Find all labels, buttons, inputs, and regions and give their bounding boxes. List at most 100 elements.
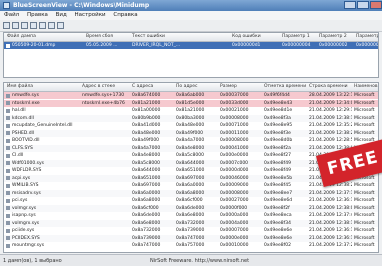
driver-row[interactable]: mountmgr.sys 0x8a747000 0x8a757000 0x000100… bbox=[4, 242, 378, 249]
html-report-icon[interactable] bbox=[39, 22, 46, 29]
cell: 0x8a644000 bbox=[176, 160, 205, 166]
cell: volmgrx.sys bbox=[12, 220, 40, 226]
cell: msisadrv.sys bbox=[12, 190, 41, 196]
exit-icon[interactable] bbox=[57, 22, 64, 29]
column-bug-check-code[interactable]: Код ошибки bbox=[232, 33, 261, 41]
column-from-address[interactable]: С адреса bbox=[132, 83, 153, 91]
cell: 0x49ee8eca bbox=[264, 213, 292, 218]
cell: 0x8a6a0000 bbox=[132, 190, 161, 196]
cell: 0x0004a000 bbox=[220, 220, 249, 226]
dump-row-selected[interactable]: 050509-20-01.dmp 05.05.2009 ... DRIVER_I… bbox=[4, 42, 378, 49]
cell: nmwdfe.sys bbox=[12, 93, 39, 98]
cell: Wdf01000.sys bbox=[12, 160, 44, 166]
column-dump-file[interactable]: Файл дампа bbox=[7, 33, 36, 41]
column-timestamp[interactable]: Отметка времени bbox=[264, 83, 306, 91]
status-credits[interactable]: NirSoft Freeware. http://www.nirsoft.net bbox=[150, 255, 249, 266]
cell: Microsoft bbox=[354, 190, 375, 196]
driver-row[interactable]: ntoskrnl.exe ntoskrnl.exe+4b76 0x81a21000 0… bbox=[4, 99, 378, 107]
cell: 0x8a6ab000 bbox=[176, 93, 205, 98]
column-address-in-stack[interactable]: Адрес в стеке bbox=[82, 83, 115, 91]
column-time-string[interactable]: Строка времени bbox=[309, 83, 348, 91]
column-size[interactable]: Размер bbox=[220, 83, 237, 91]
driver-row[interactable]: PSHED.dll 0x8a48e000 0x8a49f000 0x00011000 0… bbox=[4, 129, 378, 137]
status-bar: 1 дамп(ов), 1 выбрано NirSoft Freeware. … bbox=[0, 254, 382, 266]
cell: 0x49ee8ee7 bbox=[264, 190, 293, 196]
open-folder-icon[interactable] bbox=[3, 22, 10, 29]
cell: 21.04.2009 12:28:59 bbox=[309, 138, 352, 143]
cell: 0x49ee8e95 bbox=[264, 123, 293, 128]
driver-row[interactable]: msisadrv.sys 0x8a6a0000 0x8a6a8000 0x000080… bbox=[4, 189, 378, 197]
close-button[interactable] bbox=[370, 1, 382, 9]
cell: 0x8a48e000 bbox=[132, 130, 161, 136]
cell: 0x49ee8f49 bbox=[264, 160, 291, 166]
menu-view[interactable]: Вид bbox=[56, 12, 67, 18]
cell: 0x8a6cf000 bbox=[132, 205, 159, 211]
driver-row[interactable]: mcupdate_GenuineIntel.dll 0x8a41d000 0x8a4… bbox=[4, 122, 378, 129]
driver-file-icon bbox=[6, 198, 10, 203]
cell: Microsoft bbox=[354, 235, 375, 241]
app-window: BlueScreenView - C:\Windows\Minidump Фай… bbox=[0, 0, 382, 266]
cell: 0x8a5c8000 bbox=[132, 160, 160, 166]
cell: 28.04.2009 13:22:12 bbox=[309, 93, 352, 98]
cell: 0x0007c000 bbox=[220, 160, 249, 166]
driver-file-icon bbox=[6, 161, 10, 165]
cell: 0x00027000 bbox=[220, 198, 249, 203]
cell: 0x8a732000 bbox=[132, 228, 161, 233]
cell: Microsoft bbox=[354, 93, 375, 98]
cell: 0x0000a000 bbox=[220, 213, 249, 218]
driver-row[interactable]: volmgrx.sys 0x8a6e8000 0x8a732000 0x0004a00… bbox=[4, 219, 378, 227]
driver-row[interactable]: hal.dll 0x81a00000 0x81a21000 0x00021000 0x4… bbox=[4, 107, 378, 114]
minimize-button[interactable] bbox=[344, 1, 356, 9]
driver-row[interactable]: volmgr.sys 0x8a6cf000 0x8a6de000 0x0000f000… bbox=[4, 204, 378, 212]
driver-row[interactable]: kdcom.dll 0x80b9b000 0x80ba3000 0x00008000 0… bbox=[4, 114, 378, 122]
cell: 0x00011000 bbox=[220, 130, 249, 136]
cell: 0x49ee8f49 bbox=[264, 168, 291, 173]
cell: 0x49ee8f2f bbox=[264, 205, 290, 211]
column-param-3[interactable]: Параметр 3 bbox=[356, 33, 378, 41]
driver-row[interactable]: CLFS.SYS 0x8a4a7000 0x8a4e8000 0x00041000 0x… bbox=[4, 144, 378, 152]
menu-help[interactable]: Справка bbox=[113, 12, 137, 18]
driver-row[interactable]: PCIIDEX.SYS 0x8a739000 0x8a747000 0x0000e00… bbox=[4, 234, 378, 242]
cell: 0x49ee8e5b bbox=[264, 175, 293, 181]
cell: 0x8a48e000 bbox=[176, 123, 205, 128]
cell: mcupdate_GenuineIntel.dll bbox=[12, 123, 73, 128]
column-param-1[interactable]: Параметр 1 bbox=[282, 33, 310, 41]
column-bug-check-string[interactable]: Текст ошибки bbox=[132, 33, 165, 41]
menu-settings[interactable]: Настройки bbox=[75, 12, 106, 18]
save-icon[interactable] bbox=[12, 22, 19, 29]
driver-row[interactable]: nmwdfe.sys nmwdfe.sys+1730 0x8a674000 0x8a6… bbox=[4, 92, 378, 99]
driver-row[interactable]: pciide.sys 0x8a732000 0x8a739000 0x00007000… bbox=[4, 227, 378, 234]
cell: 21.04.2009 12:38:12 bbox=[309, 220, 352, 226]
column-to-address[interactable]: По адрес bbox=[176, 83, 198, 91]
cell: 0x8a644000 bbox=[132, 168, 161, 173]
driver-file-icon bbox=[6, 206, 10, 210]
column-filename[interactable]: Имя файла bbox=[7, 83, 33, 91]
cell: 0x81a00000 bbox=[132, 108, 161, 113]
cell: Microsoft bbox=[354, 100, 375, 106]
cell: nmwdfe.sys+1730 bbox=[82, 93, 125, 98]
menu-file[interactable]: Файл bbox=[4, 12, 19, 18]
column-param-2[interactable]: Параметр 2 bbox=[319, 33, 347, 41]
dump-list[interactable]: Файл дампа Время сбоя Текст ошибки Код о… bbox=[3, 32, 379, 78]
cell: 0x0000f000 bbox=[220, 205, 248, 211]
cell: BOOTVID.dll bbox=[12, 138, 40, 143]
copy-icon[interactable] bbox=[21, 22, 28, 29]
column-product-name[interactable]: Наименов... bbox=[354, 83, 378, 91]
driver-file-icon bbox=[6, 101, 10, 105]
maximize-button[interactable] bbox=[357, 1, 369, 9]
cell: 0x0033d000 bbox=[220, 100, 249, 106]
cell: 0x00009000 bbox=[220, 183, 249, 188]
cell: 0x00000002 bbox=[319, 43, 348, 48]
find-icon[interactable] bbox=[48, 22, 55, 29]
cell: 0x8a6de000 bbox=[132, 213, 161, 218]
cell: 0x000000d1 bbox=[232, 43, 261, 48]
cell: DRIVER_IRQL_NOT_... bbox=[132, 43, 181, 48]
driver-row[interactable]: isapnp.sys 0x8a6de000 0x8a6e8000 0x0000a000… bbox=[4, 212, 378, 219]
cell: pci.sys bbox=[12, 198, 28, 203]
properties-icon[interactable] bbox=[30, 22, 37, 29]
column-crash-time[interactable]: Время сбоя bbox=[86, 33, 113, 41]
menu-edit[interactable]: Правка bbox=[27, 12, 48, 18]
driver-row[interactable]: BOOTVID.dll 0x8a49f000 0x8a4a7000 0x0000800… bbox=[4, 137, 378, 144]
cell: Microsoft bbox=[354, 108, 375, 113]
driver-row[interactable]: pci.sys 0x8a6a8000 0x8a6cf000 0x00027000 0x4… bbox=[4, 197, 378, 204]
